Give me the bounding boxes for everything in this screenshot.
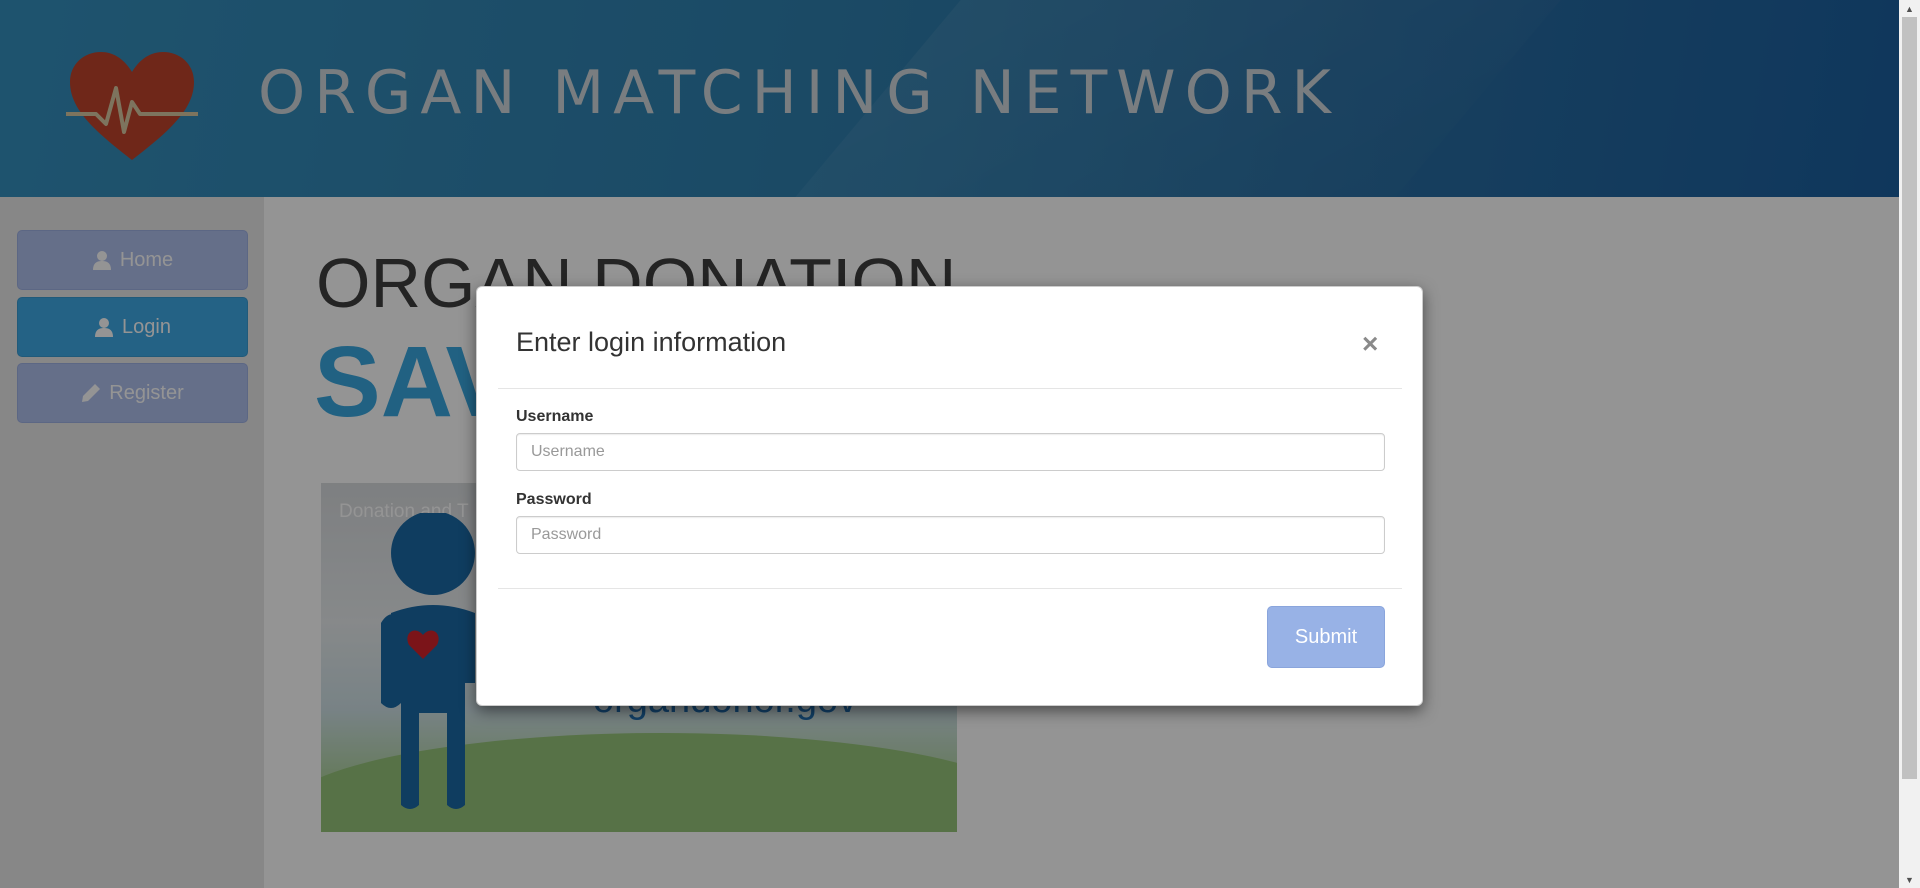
scroll-down-arrow-icon[interactable]: ▼ — [1899, 871, 1920, 888]
submit-button[interactable]: Submit — [1267, 606, 1385, 668]
modal-title: Enter login information — [516, 327, 787, 357]
close-icon[interactable]: × — [1362, 330, 1378, 358]
scroll-up-arrow-icon[interactable]: ▲ — [1899, 0, 1920, 17]
username-input[interactable] — [516, 433, 1385, 471]
username-label: Username — [516, 408, 594, 425]
password-input[interactable] — [516, 516, 1385, 554]
modal-footer-divider — [498, 588, 1402, 589]
login-modal: Enter login information × Username Passw… — [476, 286, 1423, 706]
vertical-scrollbar[interactable]: ▲ ▼ — [1899, 0, 1920, 888]
password-label: Password — [516, 491, 592, 508]
modal-header-divider — [498, 388, 1402, 389]
scrollbar-thumb[interactable] — [1902, 17, 1917, 779]
